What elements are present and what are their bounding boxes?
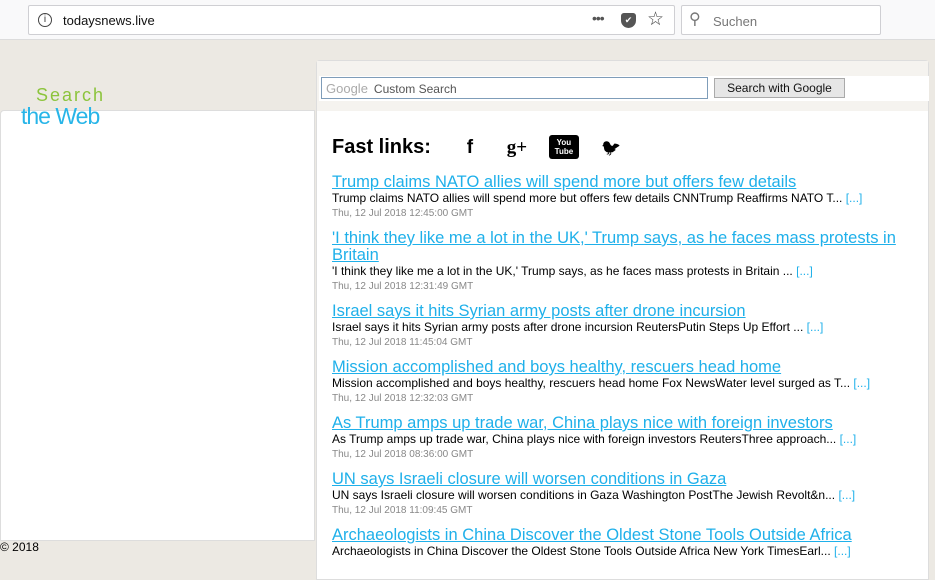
news-list: Trump claims NATO allies will spend more… xyxy=(332,174,917,568)
news-description: Archaeologists in China Discover the Old… xyxy=(332,544,917,559)
search-placeholder: Custom Search xyxy=(373,82,457,96)
fast-links: Fast links: f g+ You Tube 🐦 xyxy=(332,135,643,160)
search-placeholder: Suchen xyxy=(713,14,758,29)
custom-search-form: Google Custom Search Search with Google xyxy=(319,76,929,101)
read-more-link[interactable]: [...] xyxy=(834,544,851,558)
pocket-icon[interactable]: ✔ xyxy=(621,13,636,28)
news-description-text: 'I think they like me a lot in the UK,' … xyxy=(332,264,793,278)
news-description-text: UN says Israeli closure will worsen cond… xyxy=(332,488,836,502)
browser-toolbar: i todaysnews.live ••• ✔ ☆ ⚲ Suchen xyxy=(0,0,935,40)
read-more-link[interactable]: [...] xyxy=(838,488,855,502)
url-bar[interactable]: i todaysnews.live ••• ✔ ☆ xyxy=(28,5,675,35)
search-area: Google Custom Search Search with Google xyxy=(317,61,929,111)
news-item: Israel says it hits Syrian army posts af… xyxy=(332,303,917,350)
news-panel: Google Custom Search Search with Google F… xyxy=(316,60,929,580)
news-description-text: Israel says it hits Syrian army posts af… xyxy=(332,320,804,334)
facebook-icon[interactable]: f xyxy=(455,137,485,159)
news-description: As Trump amps up trade war, China plays … xyxy=(332,432,917,447)
more-actions-icon[interactable]: ••• xyxy=(592,10,605,26)
news-description-text: As Trump amps up trade war, China plays … xyxy=(332,432,837,446)
search-with-google-button[interactable]: Search with Google xyxy=(714,78,845,98)
read-more-link[interactable]: [...] xyxy=(846,191,863,205)
news-description: Trump claims NATO allies will spend more… xyxy=(332,191,917,206)
news-title-link[interactable]: Mission accomplished and boys healthy, r… xyxy=(332,359,917,376)
youtube-icon[interactable]: You Tube xyxy=(548,135,579,160)
fast-links-label: Fast links: xyxy=(332,136,431,158)
left-panel xyxy=(0,110,315,541)
news-description-text: Mission accomplished and boys healthy, r… xyxy=(332,376,851,390)
read-more-link[interactable]: [...] xyxy=(840,432,857,446)
read-more-link[interactable]: [...] xyxy=(853,376,870,390)
twitter-icon[interactable]: 🐦 xyxy=(596,138,626,158)
news-timestamp: Thu, 12 Jul 2018 11:45:04 GMT xyxy=(332,337,473,348)
news-item: As Trump amps up trade war, China plays … xyxy=(332,415,917,462)
news-title-link[interactable]: Israel says it hits Syrian army posts af… xyxy=(332,303,917,320)
news-description: 'I think they like me a lot in the UK,' … xyxy=(332,264,917,279)
news-timestamp: Thu, 12 Jul 2018 12:31:49 GMT xyxy=(332,281,474,292)
news-description-text: Archaeologists in China Discover the Old… xyxy=(332,544,831,558)
bookmark-star-icon[interactable]: ☆ xyxy=(647,8,664,31)
info-icon[interactable]: i xyxy=(38,13,52,27)
url-text[interactable]: todaysnews.live xyxy=(63,13,155,28)
google-plus-icon[interactable]: g+ xyxy=(502,137,532,159)
read-more-link[interactable]: [...] xyxy=(796,264,813,278)
browser-search-field[interactable]: ⚲ Suchen xyxy=(681,5,881,35)
news-item: Trump claims NATO allies will spend more… xyxy=(332,174,917,221)
copyright: © 2018 xyxy=(0,540,39,554)
news-timestamp: Thu, 12 Jul 2018 12:32:03 GMT xyxy=(332,393,474,404)
news-description: Mission accomplished and boys healthy, r… xyxy=(332,376,917,391)
news-description: UN says Israeli closure will worsen cond… xyxy=(332,488,917,503)
logo-the-web: the Web xyxy=(21,103,100,129)
youtube-logo-text: You Tube xyxy=(548,135,579,159)
news-description: Israel says it hits Syrian army posts af… xyxy=(332,320,917,335)
news-title-link[interactable]: Trump claims NATO allies will spend more… xyxy=(332,174,917,191)
news-timestamp: Thu, 12 Jul 2018 11:09:45 GMT xyxy=(332,505,473,516)
news-title-link[interactable]: UN says Israeli closure will worsen cond… xyxy=(332,471,917,488)
custom-search-input[interactable]: Google Custom Search xyxy=(321,77,708,99)
news-item: UN says Israeli closure will worsen cond… xyxy=(332,471,917,518)
news-title-link[interactable]: As Trump amps up trade war, China plays … xyxy=(332,415,917,432)
news-timestamp: Thu, 12 Jul 2018 08:36:00 GMT xyxy=(332,449,474,460)
news-title-link[interactable]: 'I think they like me a lot in the UK,' … xyxy=(332,230,917,264)
search-icon: ⚲ xyxy=(689,11,701,28)
google-watermark: Google xyxy=(326,81,368,96)
news-timestamp: Thu, 12 Jul 2018 12:45:00 GMT xyxy=(332,208,474,219)
read-more-link[interactable]: [...] xyxy=(807,320,824,334)
news-item: Mission accomplished and boys healthy, r… xyxy=(332,359,917,406)
news-title-link[interactable]: Archaeologists in China Discover the Old… xyxy=(332,527,917,544)
news-item: 'I think they like me a lot in the UK,' … xyxy=(332,230,917,294)
news-item: Archaeologists in China Discover the Old… xyxy=(332,527,917,559)
news-description-text: Trump claims NATO allies will spend more… xyxy=(332,191,843,205)
